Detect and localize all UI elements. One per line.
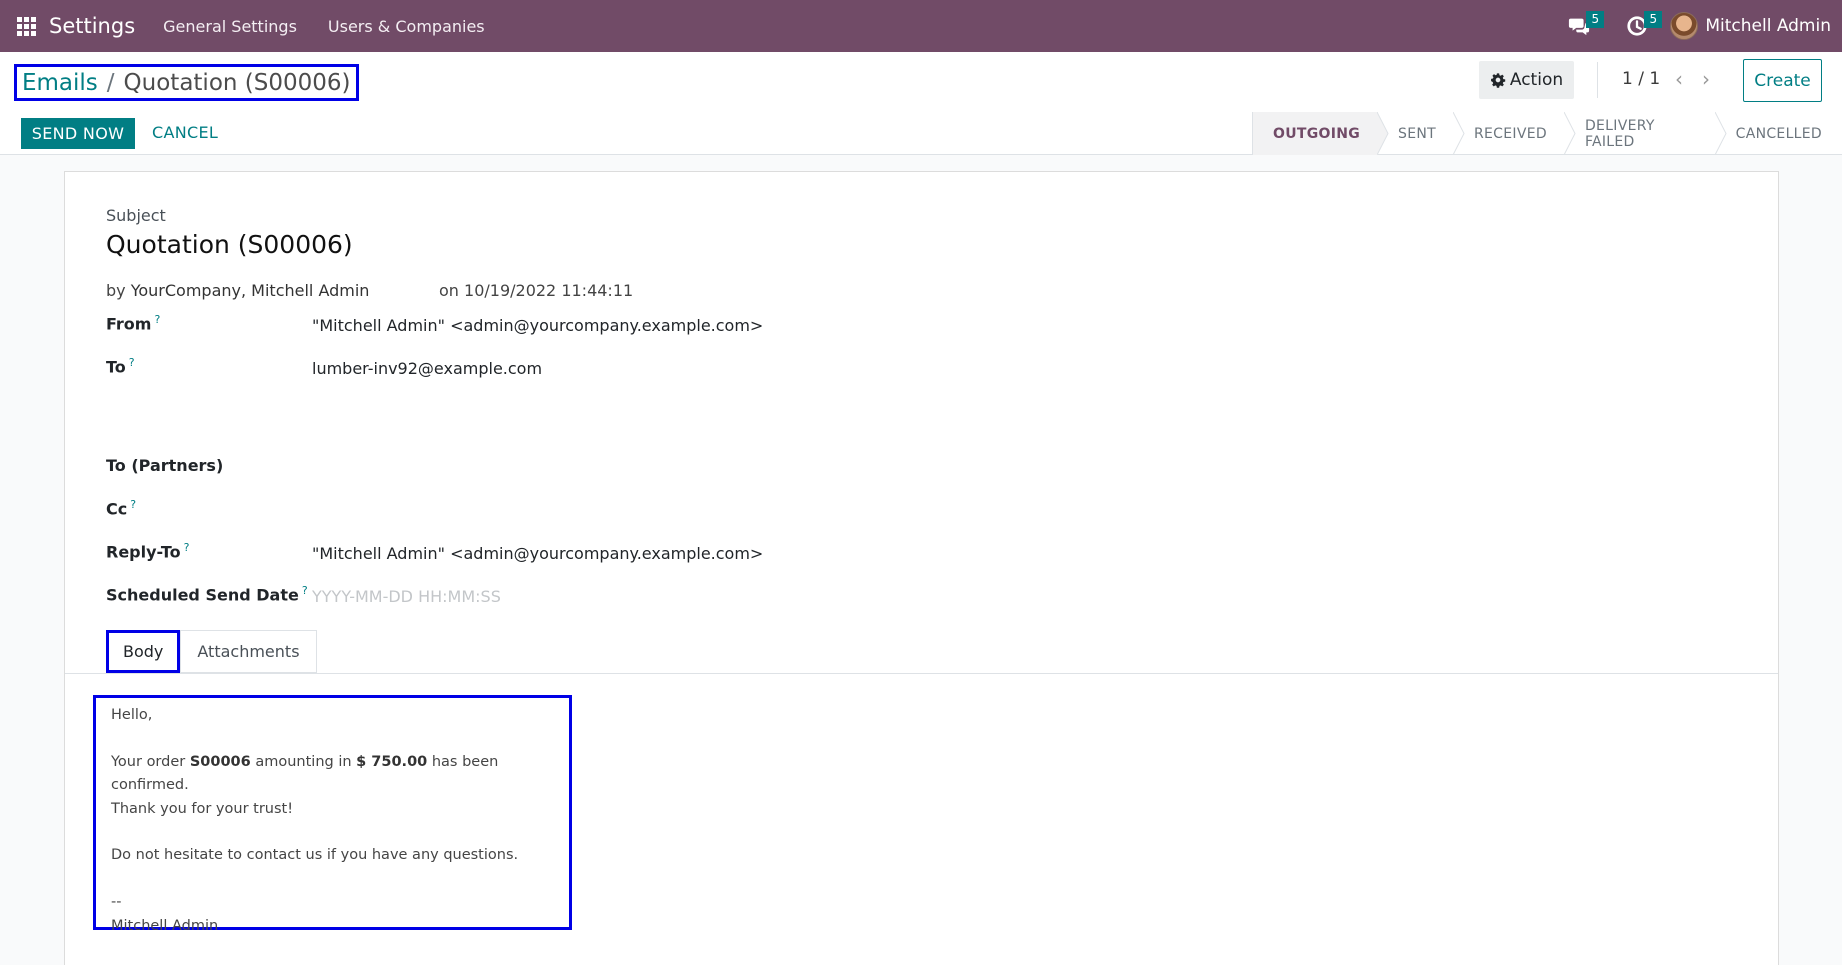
action-button[interactable]: Action — [1479, 61, 1574, 99]
from-label: From? — [106, 313, 161, 334]
status-arrow — [1563, 112, 1576, 155]
menu-general-settings[interactable]: General Settings — [163, 17, 297, 36]
status-sent[interactable]: SENT — [1378, 112, 1465, 155]
tab-body[interactable]: Body — [106, 630, 181, 673]
body-order-line: Your order S00006 amounting in $ 750.00 … — [111, 753, 499, 794]
status-received[interactable]: RECEIVED — [1454, 112, 1576, 155]
status-arrow — [1377, 112, 1389, 155]
subject-field[interactable]: Quotation (S00006) — [106, 230, 353, 259]
status-delivery-failed[interactable]: DELIVERY FAILED — [1565, 112, 1727, 155]
reply-to-label: Reply-To? — [106, 541, 190, 562]
action-label: Action — [1509, 70, 1564, 90]
avatar — [1670, 12, 1699, 40]
help-icon[interactable]: ? — [184, 541, 190, 554]
user-name: Mitchell Admin — [1705, 16, 1831, 36]
status-received-label: RECEIVED — [1474, 125, 1547, 142]
body-signature-separator: -- — [111, 894, 122, 911]
messages-badge: 5 — [1586, 11, 1605, 28]
activities-button[interactable]: 5 — [1608, 0, 1666, 52]
status-arrow — [1453, 112, 1465, 155]
messages-button[interactable]: 5 — [1550, 0, 1608, 52]
status-delivery-failed-label: DELIVERY FAILED — [1584, 117, 1655, 150]
breadcrumb-separator: / — [106, 69, 115, 96]
status-cancelled[interactable]: CANCELLED — [1716, 112, 1842, 155]
scheduled-send-date-label: Scheduled Send Date? — [106, 584, 308, 605]
help-icon[interactable]: ? — [130, 498, 136, 511]
body-contact-line: Do not hesitate to contact us if you hav… — [111, 847, 519, 864]
status-bar: OUTGOING SENT RECEIVED DELIVERY FAILED C… — [1252, 112, 1842, 155]
author-value[interactable]: YourCompany, Mitchell Admin — [131, 281, 370, 300]
from-field[interactable]: "Mitchell Admin" <admin@yourcompany.exam… — [312, 316, 763, 335]
gear-icon — [1490, 73, 1506, 88]
cancel-button[interactable]: CANCEL — [152, 123, 218, 142]
order-amount: $ 750.00 — [356, 753, 428, 770]
control-panel: Emails / Quotation (S00006) Action 1 / 1… — [0, 52, 1842, 155]
cc-label: Cc? — [106, 498, 137, 519]
status-outgoing[interactable]: OUTGOING — [1253, 112, 1389, 155]
author-line: by YourCompany, Mitchell Admin — [106, 281, 369, 300]
chevron-right-icon[interactable]: › — [1698, 67, 1714, 91]
subject-label: Subject — [106, 206, 166, 225]
status-outgoing-label: OUTGOING — [1273, 125, 1361, 142]
send-now-button[interactable]: SEND NOW — [21, 118, 135, 149]
reply-to-field[interactable]: "Mitchell Admin" <admin@yourcompany.exam… — [312, 544, 763, 563]
menu-users-companies[interactable]: Users & Companies — [328, 17, 485, 36]
order-reference: S00006 — [189, 753, 251, 770]
status-cancelled-label: CANCELLED — [1735, 125, 1822, 142]
body-thanks-line: Thank you for your trust! — [111, 800, 294, 817]
to-partners-label: To (Partners) — [106, 456, 224, 475]
tab-divider — [65, 673, 1778, 674]
body-signature: Mitchell Admin — [111, 917, 219, 934]
user-menu[interactable]: Mitchell Admin — [1670, 12, 1831, 40]
activities-badge: 5 — [1644, 11, 1663, 28]
breadcrumb-current: Quotation (S00006) — [123, 69, 351, 96]
scheduled-send-date-input[interactable]: YYYY-MM-DD HH:MM:SS — [312, 587, 501, 606]
by-prefix: by — [106, 281, 126, 300]
date-line: on 10/19/2022 11:44:11 — [439, 281, 634, 300]
body-greeting: Hello, — [111, 707, 153, 723]
status-sent-label: SENT — [1398, 125, 1436, 142]
status-arrow — [1714, 112, 1727, 155]
breadcrumb: Emails / Quotation (S00006) — [14, 64, 359, 101]
email-body[interactable]: Hello, Your order S00006 amounting in $ … — [93, 695, 572, 934]
help-icon[interactable]: ? — [129, 356, 135, 369]
apps-menu-icon[interactable] — [0, 0, 52, 52]
chevron-left-icon[interactable]: ‹ — [1671, 67, 1687, 91]
help-icon[interactable]: ? — [154, 313, 160, 326]
create-button[interactable]: Create — [1743, 59, 1822, 102]
breadcrumb-emails-link[interactable]: Emails — [22, 70, 98, 96]
notebook-tabs: Body Attachments — [106, 630, 317, 673]
app-title[interactable]: Settings — [49, 14, 135, 38]
to-label: To? — [106, 356, 135, 377]
top-navbar: Settings General Settings Users & Compan… — [0, 0, 1842, 52]
tab-attachments[interactable]: Attachments — [180, 630, 317, 673]
to-field[interactable]: lumber-inv92@example.com — [312, 359, 542, 378]
divider — [1597, 62, 1598, 98]
help-icon[interactable]: ? — [302, 584, 308, 597]
pager-value[interactable]: 1 / 1 — [1622, 69, 1660, 89]
form-sheet: Subject Quotation (S00006) by YourCompan… — [64, 171, 1779, 965]
